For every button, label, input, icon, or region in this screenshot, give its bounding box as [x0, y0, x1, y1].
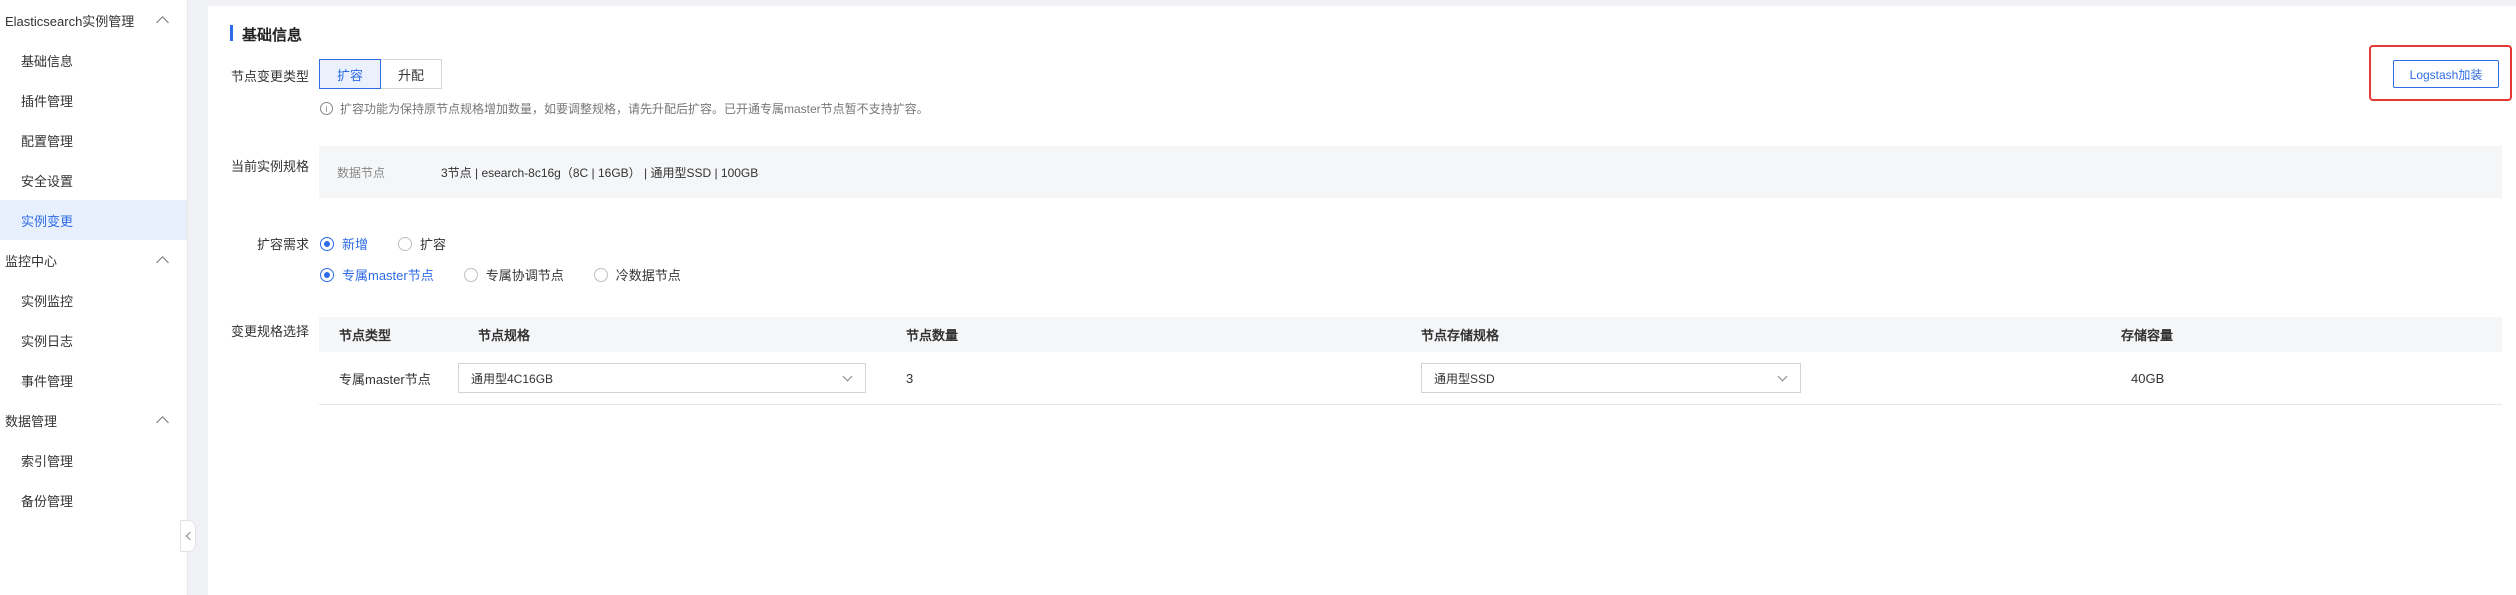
- main-panel: 基础信息 节点变更类型 扩容 升配 i 扩容功能为保持原节点规格增加数量，如要调…: [208, 6, 2516, 595]
- header-capacity: 存储容量: [2121, 328, 2174, 343]
- radio-coordinator-node[interactable]: 专属协调节点: [463, 265, 564, 284]
- radio-expand[interactable]: 扩容: [398, 234, 446, 253]
- chevron-up-icon: [156, 256, 169, 269]
- radio-new[interactable]: 新增: [320, 234, 368, 253]
- logstash-install-button[interactable]: Logstash加装: [2393, 60, 2499, 88]
- header-node-type: 节点类型: [339, 328, 392, 343]
- hint-text: 扩容功能为保持原节点规格增加数量，如要调整规格，请先升配后扩容。已开通专属mas…: [340, 102, 929, 116]
- node-spec-select[interactable]: 通用型4C16GB: [458, 363, 866, 393]
- nav-group-label: 监控中心: [5, 253, 58, 269]
- cell-capacity: 40GB: [2131, 370, 2165, 386]
- sidebar-item-instance-log[interactable]: 实例日志: [0, 320, 187, 360]
- spec-key: 数据节点: [337, 165, 386, 180]
- sidebar-item-instance-change[interactable]: 实例变更: [0, 200, 187, 240]
- current-spec-label: 当前实例规格: [230, 159, 309, 174]
- chevron-left-icon: [185, 531, 194, 541]
- radio-dot: [593, 267, 608, 282]
- select-value: 通用型SSD: [1434, 371, 1495, 386]
- spec-table: 节点类型 节点规格 节点数量 节点存储规格 存储容量 专属master节点 通用…: [319, 317, 2502, 405]
- header-node-count: 节点数量: [906, 328, 959, 343]
- radio-dot: [463, 267, 478, 282]
- radio-label: 冷数据节点: [615, 268, 681, 283]
- chevron-up-icon: [156, 416, 169, 429]
- section-title: 基础信息: [230, 24, 302, 45]
- sidebar-item-backup[interactable]: 备份管理: [0, 480, 187, 520]
- nav-group-label: Elasticsearch实例管理: [5, 13, 135, 29]
- select-value: 通用型4C16GB: [471, 371, 554, 386]
- radio-label: 扩容: [420, 237, 447, 252]
- info-icon: i: [320, 102, 333, 115]
- sidebar-item-index[interactable]: 索引管理: [0, 440, 187, 480]
- radio-dot: [398, 236, 413, 251]
- change-type-hint: i 扩容功能为保持原节点规格增加数量，如要调整规格，请先升配后扩容。已开通专属m…: [320, 100, 929, 117]
- change-type-segment: 扩容 升配: [319, 59, 443, 89]
- sidebar-item-security[interactable]: 安全设置: [0, 160, 187, 200]
- radio-cold-node[interactable]: 冷数据节点: [593, 265, 681, 284]
- sidebar-item-events[interactable]: 事件管理: [0, 360, 187, 400]
- nav-group-label: 数据管理: [5, 413, 58, 429]
- nav-group-data[interactable]: 数据管理: [0, 400, 187, 440]
- sidebar: Elasticsearch实例管理 基础信息 插件管理 配置管理 安全设置 实例…: [0, 0, 188, 595]
- spec-value: 3节点 | esearch-8c16g（8C | 16GB） | 通用型SSD …: [441, 165, 759, 180]
- sidebar-item-config[interactable]: 配置管理: [0, 120, 187, 160]
- sidebar-item-instance-monitor[interactable]: 实例监控: [0, 280, 187, 320]
- current-spec-box: 数据节点 3节点 | esearch-8c16g（8C | 16GB） | 通用…: [319, 146, 2502, 198]
- sidebar-collapse-button[interactable]: [180, 520, 196, 552]
- spec-select-label: 变更规格选择: [230, 324, 309, 339]
- nav-group-monitoring[interactable]: 监控中心: [0, 240, 187, 280]
- chevron-up-icon: [156, 16, 169, 29]
- sidebar-item-basic-info[interactable]: 基础信息: [0, 40, 187, 80]
- node-type-radios: 专属master节点 专属协调节点 冷数据节点: [320, 265, 711, 284]
- cell-node-type: 专属master节点: [339, 371, 431, 387]
- cell-node-count: 3: [906, 370, 914, 386]
- cell-storage-spec: 通用型SSD: [1421, 363, 2121, 393]
- cell-node-spec: 通用型4C16GB: [458, 363, 886, 393]
- radio-label: 新增: [342, 237, 369, 252]
- expand-demand-radios: 新增 扩容: [320, 234, 476, 253]
- chevron-down-icon: [842, 371, 853, 381]
- expand-demand-label: 扩容需求: [256, 237, 309, 252]
- table-header: 节点类型 节点规格 节点数量 节点存储规格 存储容量: [319, 317, 2502, 352]
- header-storage-spec: 节点存储规格: [1421, 328, 1500, 343]
- segment-expand[interactable]: 扩容: [319, 59, 382, 89]
- storage-spec-select[interactable]: 通用型SSD: [1421, 363, 1801, 393]
- segment-upgrade[interactable]: 升配: [381, 59, 443, 89]
- sidebar-item-plugins[interactable]: 插件管理: [0, 80, 187, 120]
- radio-master-node[interactable]: 专属master节点: [320, 265, 434, 284]
- logstash-highlight: Logstash加装: [2369, 45, 2512, 101]
- chevron-down-icon: [1777, 371, 1788, 381]
- table-row: 专属master节点 通用型4C16GB 3 通用型SSD 40GB: [319, 352, 2502, 405]
- radio-dot: [320, 267, 334, 282]
- change-type-label: 节点变更类型: [230, 69, 309, 84]
- radio-dot: [320, 236, 334, 251]
- radio-label: 专属协调节点: [485, 268, 564, 283]
- nav-group-elasticsearch[interactable]: Elasticsearch实例管理: [0, 0, 187, 40]
- radio-label: 专属master节点: [342, 268, 434, 283]
- header-node-spec: 节点规格: [478, 328, 531, 343]
